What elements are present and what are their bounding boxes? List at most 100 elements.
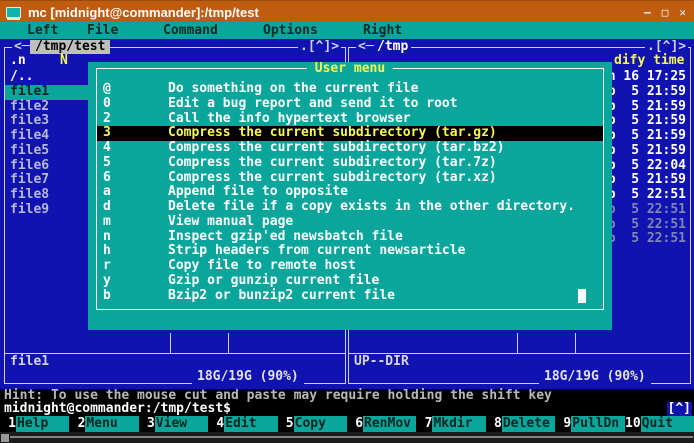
fkey-label: Mkdir — [432, 416, 485, 432]
menu-item-label: Copy file to remote host — [168, 259, 356, 274]
fkey-label: RenMov — [363, 416, 416, 432]
right-panel-path[interactable]: /tmp — [374, 40, 411, 54]
maximize-button[interactable]: □ — [662, 6, 669, 19]
menu-item-label: Compress the current subdirectory (tar.g… — [168, 126, 497, 141]
close-button[interactable]: ✕ — [679, 6, 686, 19]
menu-item[interactable]: aAppend file to opposite — [97, 185, 603, 200]
right-ministatus: UP--DIR — [354, 355, 409, 369]
right-panel-arrow-icon[interactable]: <─ — [356, 40, 376, 54]
menu-item-label: Do something on the current file — [168, 82, 418, 97]
menu-item[interactable]: bBzip2 or bunzip2 current file — [97, 289, 603, 304]
menu-item-label: Edit a bug report and send it to root — [168, 97, 458, 112]
menu-item-key: 5 — [103, 156, 168, 171]
fkey-view[interactable]: 3View — [139, 416, 208, 432]
menu-item-label: Compress the current subdirectory (tar.7… — [168, 156, 497, 171]
fkey-renmov[interactable]: 6RenMov — [347, 416, 416, 432]
menu-item[interactable]: yGzip or gunzip current file — [97, 274, 603, 289]
menu-item[interactable]: nInspect gzip'ed newsbatch file — [97, 230, 603, 245]
fkey-number: 7 — [416, 416, 432, 432]
left-panel-scroll-marker[interactable]: .[^]> — [298, 40, 341, 54]
left-panel-arrow-icon[interactable]: <─ — [12, 40, 32, 54]
modify-time-cell[interactable]: p 5 21:59 — [600, 114, 686, 129]
menubar-item-left[interactable]: Left — [27, 23, 58, 38]
fkey-number: 4 — [208, 416, 224, 432]
modify-time-cell[interactable]: p 5 22:04 — [600, 159, 686, 174]
modify-time-cell[interactable]: p 5 22:51 — [600, 232, 686, 247]
left-ministatus-divider — [5, 353, 345, 354]
modify-time-cell[interactable]: p 5 22:51 — [600, 203, 686, 218]
menu-item-label: View manual page — [168, 215, 293, 230]
fkey-label: Delete — [502, 416, 555, 432]
menu-item-label: Gzip or gunzip current file — [168, 274, 379, 289]
menu-item[interactable]: dDelete file if a copy exists in the oth… — [97, 200, 603, 215]
scrollbar-track — [10, 436, 693, 438]
horizontal-scrollbar[interactable] — [0, 432, 694, 443]
fkey-number: 2 — [69, 416, 85, 432]
menubar-item-options[interactable]: Options — [263, 23, 318, 38]
modify-time-cell[interactable]: p 5 21:59 — [600, 100, 686, 115]
menubar-item-file[interactable]: File — [87, 23, 118, 38]
menu-item[interactable]: hStrip headers from current newsarticle — [97, 244, 603, 259]
fkey-label: Edit — [224, 416, 277, 432]
menu-item[interactable]: rCopy file to remote host — [97, 259, 603, 274]
menu-item-label: Compress the current subdirectory (tar.b… — [168, 141, 505, 156]
left-panel-sort-header[interactable]: .n — [10, 54, 26, 68]
fkey-copy[interactable]: 5Copy — [278, 416, 347, 432]
menu-item[interactable]: 6Compress the current subdirectory (tar.… — [97, 171, 603, 186]
menu-item-label: Delete file if a copy exists in the othe… — [168, 200, 575, 215]
menu-item-key: m — [103, 215, 168, 230]
modify-time-cell[interactable]: p 5 21:59 — [600, 144, 686, 159]
menu-item[interactable]: @Do something on the current file — [97, 82, 603, 97]
menu-item[interactable]: mView manual page — [97, 215, 603, 230]
fkey-number: 5 — [278, 416, 294, 432]
menu-item[interactable]: 4Compress the current subdirectory (tar.… — [97, 141, 603, 156]
menu-item-key: y — [103, 274, 168, 289]
fkey-mkdir[interactable]: 7Mkdir — [416, 416, 485, 432]
menu-item[interactable]: 5Compress the current subdirectory (tar.… — [97, 156, 603, 171]
fkey-number: 1 — [0, 416, 16, 432]
fkey-number: 9 — [555, 416, 571, 432]
modify-time-cell[interactable]: p 5 21:59 — [600, 173, 686, 188]
fkey-edit[interactable]: 4Edit — [208, 416, 277, 432]
menubar-item-right[interactable]: Right — [363, 23, 402, 38]
user-menu-list: @Do something on the current file 0Edit … — [97, 82, 603, 303]
minimize-button[interactable]: – — [644, 6, 651, 19]
menu-item-key: 0 — [103, 97, 168, 112]
command-history-button[interactable]: [^] — [667, 402, 692, 416]
menu-item-key: n — [103, 230, 168, 245]
menu-item-key: d — [103, 200, 168, 215]
fkey-help[interactable]: 1Help — [0, 416, 69, 432]
column-separator — [228, 333, 229, 354]
modify-time-cell[interactable]: p 5 21:59 — [600, 129, 686, 144]
menu-item-key: r — [103, 259, 168, 274]
fkey-pulldn[interactable]: 9PullDn — [555, 416, 624, 432]
right-panel-modify-time-header[interactable]: dify time — [614, 54, 684, 68]
command-prompt[interactable]: midnight@commander:/tmp/test$ — [0, 402, 694, 416]
window-title: mc [midnight@commander]:/tmp/test — [28, 5, 259, 20]
menu-item-selected[interactable]: 3Compress the current subdirectory (tar.… — [97, 126, 603, 141]
menubar-item-command[interactable]: Command — [163, 23, 218, 38]
left-panel-name-header[interactable]: N — [60, 54, 68, 68]
modify-time-cell[interactable]: n 16 17:25 — [600, 70, 686, 85]
fkey-quit[interactable]: 10Quit — [625, 416, 694, 432]
column-separator — [170, 333, 171, 354]
menu-item-label: Bzip2 or bunzip2 current file — [168, 289, 395, 304]
fkey-label: Quit — [641, 416, 694, 432]
menu-item[interactable]: 2Call the info hypertext browser — [97, 112, 603, 127]
fkey-menu[interactable]: 2Menu — [69, 416, 138, 432]
function-keybar: 1Help 2Menu 3View 4Edit 5Copy 6RenMov 7M… — [0, 416, 694, 432]
fkey-number: 8 — [486, 416, 502, 432]
fkey-number: 10 — [625, 416, 641, 432]
modify-time-cell[interactable]: p 5 21:59 — [600, 85, 686, 100]
modify-time-cell[interactable]: p 5 22:51 — [600, 188, 686, 203]
modify-time-cell[interactable]: p 5 22:51 — [600, 218, 686, 233]
user-menu-dialog: User menu @Do something on the current f… — [88, 62, 612, 330]
left-panel-path-tab[interactable]: /tmp/test — [30, 40, 110, 54]
right-panel-scroll-marker[interactable]: .[^]> — [645, 40, 688, 54]
menu-item[interactable]: 0Edit a bug report and send it to root — [97, 97, 603, 112]
scrollbar-grip[interactable] — [1, 434, 9, 442]
terminal-window: mc [midnight@commander]:/tmp/test – □ ✕ … — [0, 0, 694, 443]
fkey-delete[interactable]: 8Delete — [486, 416, 555, 432]
right-size-indicator: 18G/19G (90%) — [539, 370, 651, 384]
window-titlebar: mc [midnight@commander]:/tmp/test – □ ✕ — [0, 0, 694, 23]
